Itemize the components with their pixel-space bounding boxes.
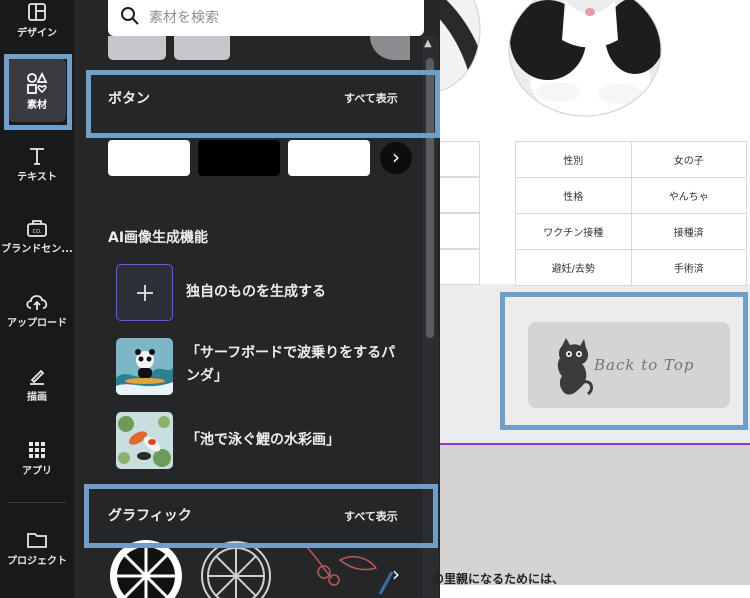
highlight-back-to-top — [500, 292, 748, 430]
body-text-fragment: の里親になるためには、 — [432, 572, 565, 586]
ai-section-title: AI画像生成機能 — [108, 230, 209, 246]
ai-example-panda-label: 「サーフボードで波乗りをするパンダ」 — [186, 345, 396, 384]
table-cell: ワクチン接種 — [515, 213, 632, 250]
pen-draw-icon — [30, 369, 45, 385]
search-box[interactable]: 素材を検索 — [108, 0, 424, 36]
button-template-white-2[interactable] — [288, 140, 370, 176]
rail-design-label: デザイン — [17, 28, 57, 39]
folder-icon — [27, 533, 47, 548]
rail-upload[interactable]: アップロード — [0, 292, 74, 329]
buttons-next-arrow[interactable]: › — [380, 142, 412, 174]
rail-divider — [8, 502, 66, 503]
table-cell: 性別 — [515, 141, 632, 178]
koi-pond-thumbnail[interactable] — [116, 412, 173, 469]
ai-example-koi-label: 「池で泳ぐ鯉の水彩画」 — [186, 432, 340, 448]
rail-draw-label: 描画 — [27, 392, 47, 403]
lower-section-background — [440, 445, 750, 585]
scroll-up-arrow-icon[interactable]: ▲ — [424, 38, 432, 49]
rail-projects[interactable]: プロジェクト — [0, 530, 74, 567]
rail-design[interactable]: デザイン — [0, 2, 74, 39]
grid-apps-icon — [29, 442, 45, 458]
rail-brand-label: ブランドセン... — [1, 244, 73, 255]
rail-apps-label: アプリ — [22, 466, 52, 477]
plus-icon — [137, 285, 153, 301]
rail-upload-label: アップロード — [7, 318, 67, 329]
cat-info-table[interactable]: 性別 女の子 性格 やんちゃ ワクチン接種 接種済 避妊/去勢 手術済 — [515, 141, 747, 286]
table-cell: 接種済 — [630, 213, 747, 250]
highlight-buttons-section — [86, 70, 440, 138]
table-cell: 避妊/去勢 — [515, 249, 632, 286]
chevron-right-icon: › — [392, 145, 400, 169]
table-row: 性別 女の子 — [515, 141, 747, 178]
table-cell: やんちゃ — [630, 177, 747, 214]
layout-icon — [28, 3, 46, 21]
cloud-upload-icon — [26, 295, 48, 310]
table-cell: 女の子 — [630, 141, 747, 178]
koi-watercolor-image — [116, 412, 173, 469]
element-thumbnail[interactable] — [174, 36, 230, 60]
rail-draw[interactable]: 描画 — [0, 366, 74, 403]
ai-generate-tile[interactable] — [116, 264, 173, 321]
element-thumbnail[interactable] — [108, 36, 166, 60]
element-thumbnail[interactable] — [370, 36, 410, 60]
brand-briefcase-icon: CO. — [27, 220, 47, 237]
search-placeholder: 素材を検索 — [149, 10, 219, 26]
rail-brand[interactable]: CO. ブランドセン... — [0, 218, 74, 255]
highlight-elements-tab — [4, 54, 72, 130]
table-cell: 性格 — [515, 177, 632, 214]
rail-apps[interactable]: アプリ — [0, 440, 74, 477]
table-row: ワクチン接種 接種済 — [515, 213, 747, 250]
cat-photos — [440, 0, 662, 117]
table-row: 避妊/去勢 手術済 — [515, 249, 747, 286]
rail-text[interactable]: テキスト — [0, 146, 74, 183]
panda-surf-thumbnail[interactable] — [116, 338, 173, 395]
table-cell: 手術済 — [630, 249, 747, 286]
left-table-fragment — [440, 141, 480, 285]
button-template-black[interactable] — [198, 140, 280, 176]
panda-surf-image — [116, 338, 173, 395]
svg-text:CO.: CO. — [33, 229, 42, 235]
rail-projects-label: プロジェクト — [7, 556, 67, 567]
highlight-graphics-section — [84, 484, 438, 548]
button-template-white[interactable] — [108, 140, 190, 176]
rail-text-label: テキスト — [17, 172, 57, 183]
text-t-icon — [30, 148, 44, 165]
ai-generate-label: 独自のものを生成する — [186, 284, 326, 300]
table-row: 性格 やんちゃ — [515, 177, 747, 214]
graphics-next-chevron-icon[interactable]: › — [392, 562, 400, 586]
search-icon — [121, 7, 139, 25]
